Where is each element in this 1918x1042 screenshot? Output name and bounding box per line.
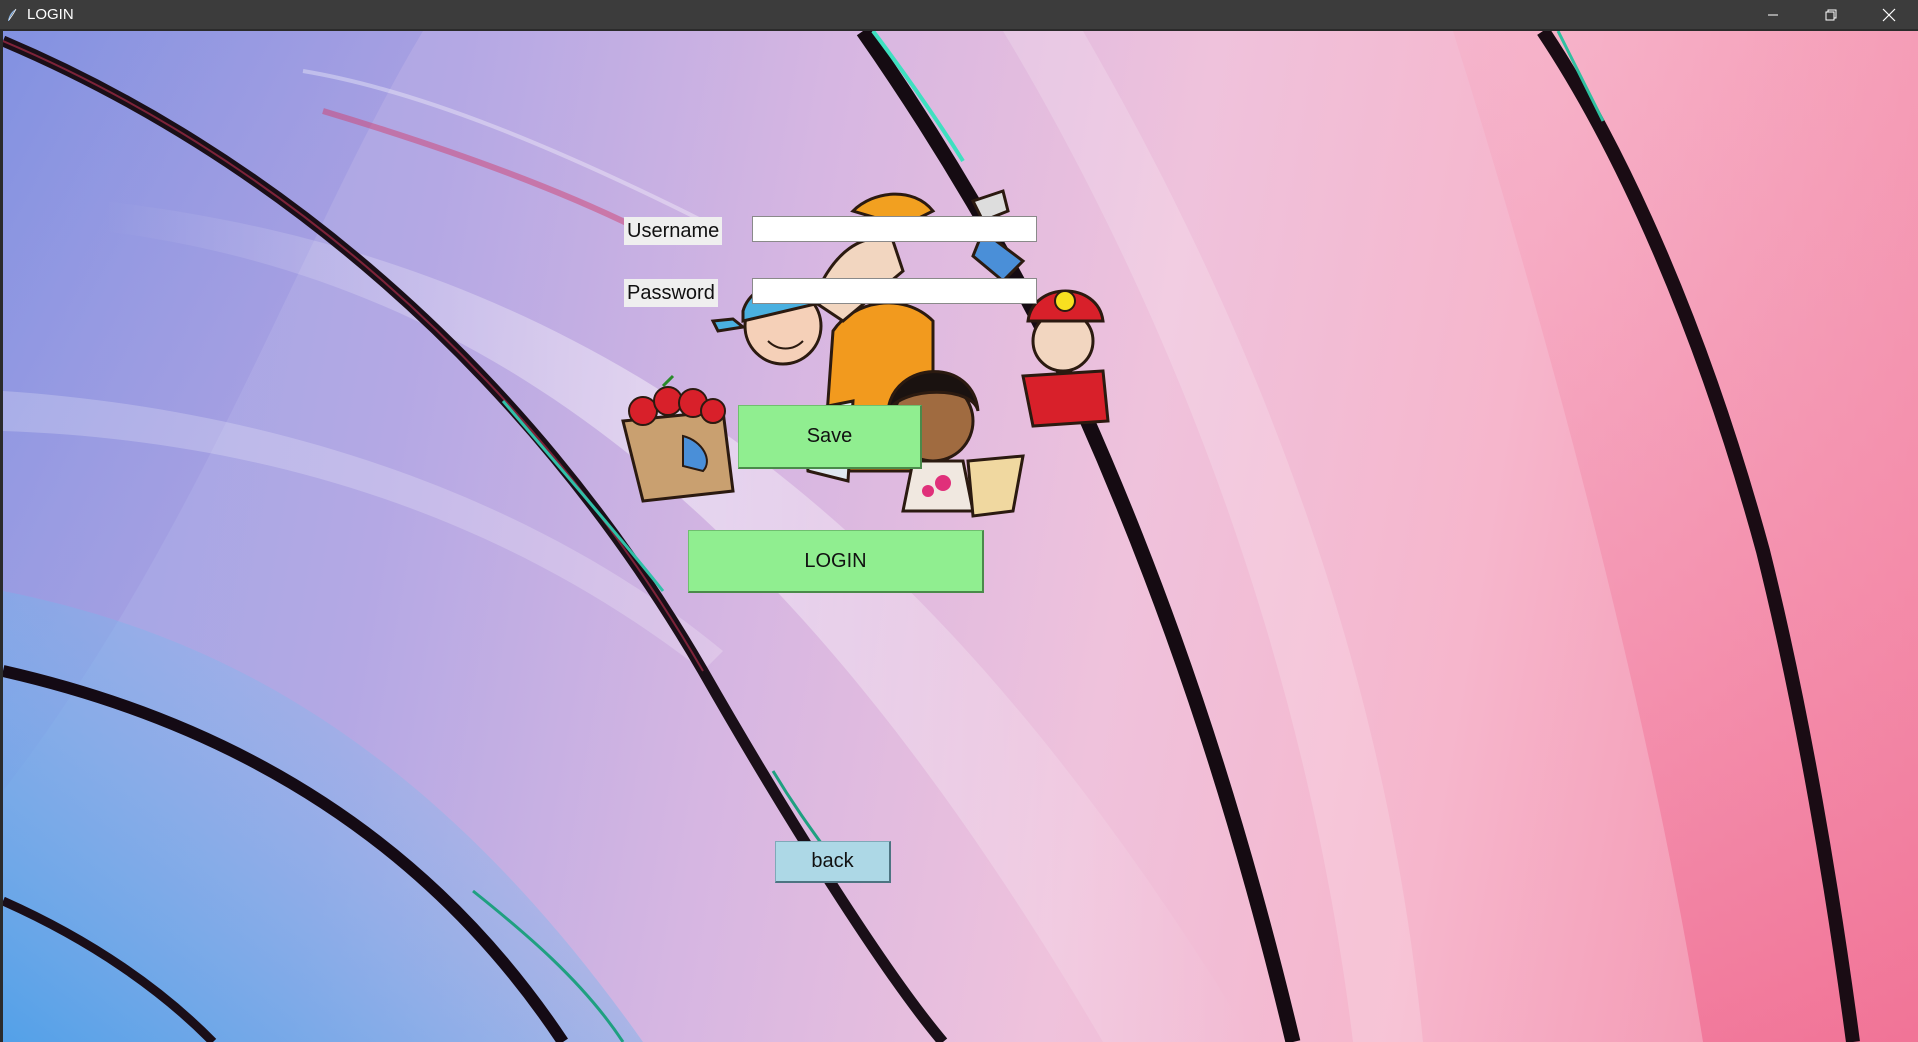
back-button[interactable]: back [775,841,891,883]
minimize-icon [1768,14,1778,15]
feather-icon [6,8,18,22]
login-button[interactable]: LOGIN [688,530,984,593]
username-label: Username [624,217,723,245]
maximize-button[interactable] [1802,0,1860,29]
title-bar: LOGIN [0,0,1918,29]
close-button[interactable] [1860,0,1918,29]
save-button[interactable]: Save [738,405,922,469]
username-input[interactable] [752,216,1037,242]
window-controls [1744,0,1918,29]
close-icon [1882,8,1896,21]
restore-icon [1825,9,1837,20]
window-title: LOGIN [27,6,74,23]
login-canvas: Username Password Save LOGIN back [3,31,1918,1042]
minimize-button[interactable] [1744,0,1802,29]
password-input[interactable] [752,278,1037,304]
login-window: LOGIN Username Password Save LOGIN back [0,0,1918,1042]
password-label: Password [624,279,718,307]
